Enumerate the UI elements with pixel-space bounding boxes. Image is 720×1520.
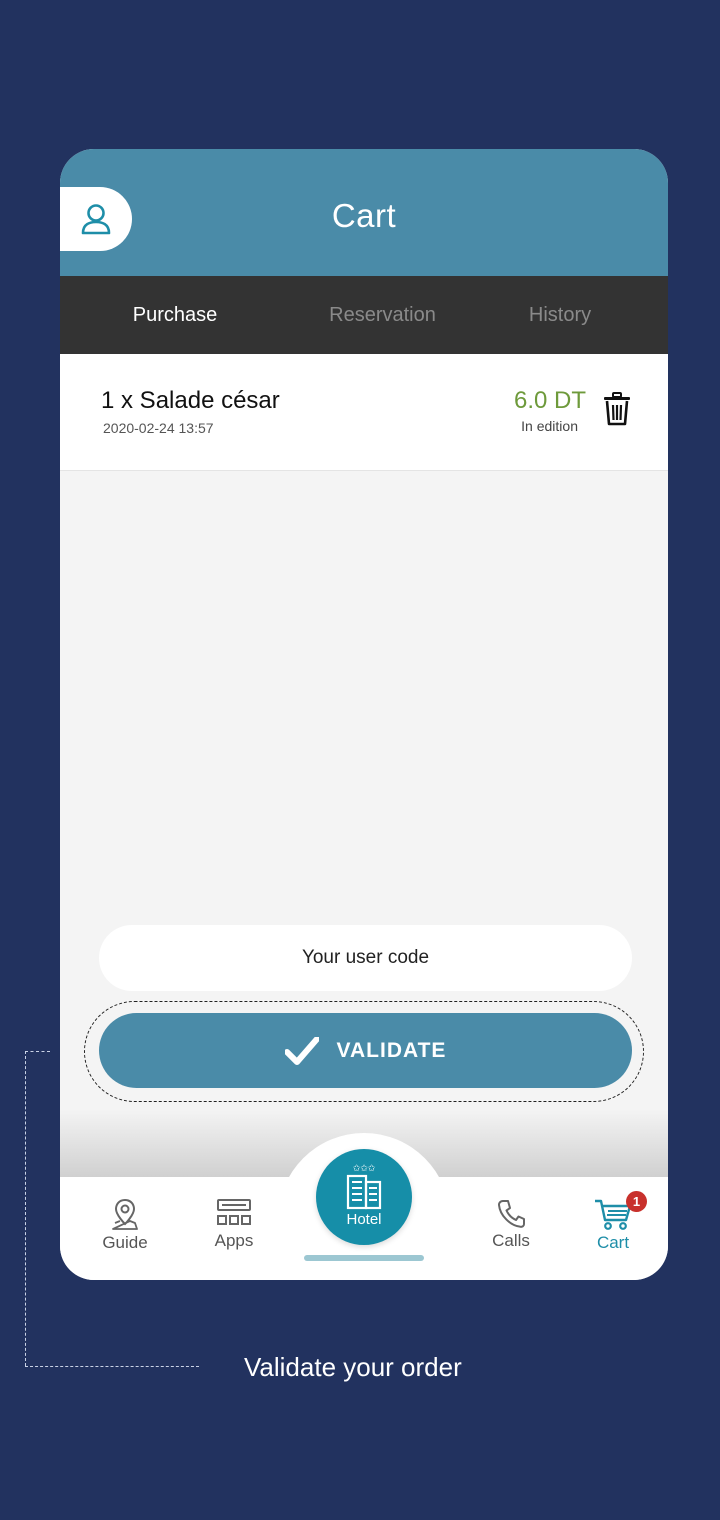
- item-status: In edition: [521, 418, 578, 434]
- tab-reservation[interactable]: Reservation: [305, 276, 460, 354]
- nav-guide-label: Guide: [102, 1233, 148, 1252]
- svg-text:✩✩✩: ✩✩✩: [353, 1164, 376, 1174]
- nav-apps-label: Apps: [214, 1231, 254, 1250]
- item-price: 6.0 DT: [513, 387, 586, 414]
- item-name: 1 x Salade césar: [101, 387, 280, 414]
- cart-item: 1 x Salade césar 2020-02-24 13:57 6.0 DT…: [60, 354, 668, 471]
- checkmark-icon: [284, 1036, 319, 1065]
- callout-line: [25, 1051, 26, 1366]
- nav-cart-label: Cart: [596, 1233, 630, 1252]
- hotel-label: Hotel: [346, 1211, 382, 1228]
- app-header: Cart: [60, 149, 668, 276]
- nav-calls[interactable]: Calls: [466, 1197, 556, 1251]
- tab-history[interactable]: History: [505, 276, 615, 354]
- phone-icon: [497, 1200, 525, 1228]
- hotel-building-icon: ✩✩✩: [346, 1164, 382, 1210]
- tab-purchase[interactable]: Purchase: [100, 276, 250, 354]
- trash-icon[interactable]: [603, 392, 631, 426]
- caption: Validate your order: [244, 1352, 462, 1382]
- home-indicator: [304, 1255, 424, 1261]
- phone-screen: Cart Purchase Reservation History 1 x Sa…: [60, 149, 668, 1280]
- callout-line: [25, 1366, 199, 1367]
- nav-guide[interactable]: Guide: [80, 1197, 170, 1253]
- nav-cart[interactable]: 1 Cart: [568, 1191, 658, 1253]
- callout-line: [25, 1051, 50, 1052]
- nav-calls-label: Calls: [492, 1231, 530, 1250]
- item-date: 2020-02-24 13:57: [103, 420, 214, 436]
- tab-bar: Purchase Reservation History: [60, 276, 668, 354]
- hotel-button[interactable]: ✩✩✩ Hotel: [316, 1149, 412, 1245]
- validate-button[interactable]: VALIDATE: [99, 1013, 632, 1088]
- validate-label: VALIDATE: [336, 1038, 447, 1062]
- page-title: Cart: [331, 197, 397, 234]
- nav-apps[interactable]: Apps: [189, 1197, 279, 1251]
- user-code-input[interactable]: [99, 925, 632, 991]
- map-pin-icon: [112, 1198, 138, 1230]
- cart-badge: 1: [626, 1191, 647, 1212]
- apps-grid-icon: [217, 1199, 251, 1225]
